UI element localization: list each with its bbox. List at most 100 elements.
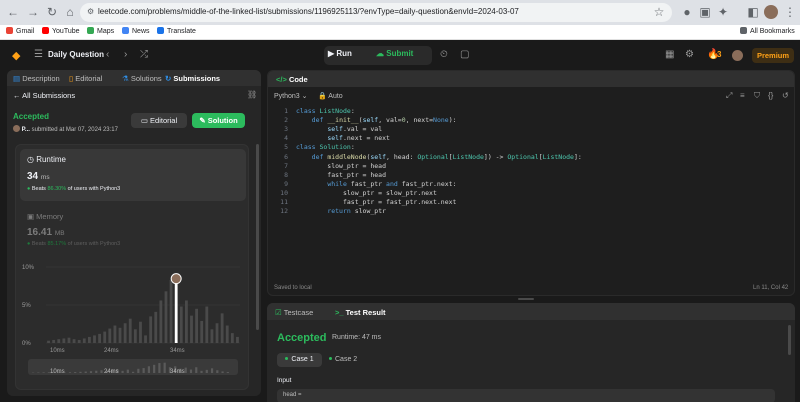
runtime-card[interactable]: ◷ Runtime 34 ms ● Beats 86.30% of users … bbox=[20, 149, 246, 201]
settings-icon[interactable]: ⚙ bbox=[685, 49, 694, 60]
tab-editorial[interactable]: ▯ Editorial bbox=[69, 74, 102, 83]
case-1-tab[interactable]: Case 1 bbox=[277, 353, 322, 367]
star-icon[interactable]: ☆ bbox=[652, 5, 666, 19]
chart-bar bbox=[67, 337, 71, 343]
extensions-icon[interactable]: ✦ bbox=[716, 5, 730, 19]
cursor-position: Ln 11, Col 42 bbox=[753, 285, 789, 291]
user-avatar[interactable] bbox=[732, 50, 743, 61]
code-editor[interactable]: 1 class ListNode: 2 def __init__(self, val… bbox=[268, 107, 794, 227]
code-line: slow_ptr = head bbox=[296, 161, 387, 170]
shuffle-icon[interactable]: ⤮ bbox=[140, 49, 148, 60]
runtime-distribution-chart[interactable]: 10% 5% 0% 10ms 24ms 34ms 10ms 24ms 34ms bbox=[20, 257, 246, 389]
all-submissions-link[interactable]: ← All Submissions bbox=[13, 91, 75, 100]
code-line: return slow_ptr bbox=[327, 207, 387, 216]
pass-dot bbox=[329, 357, 332, 360]
code-line: def middleNode(self, head: Optional[List… bbox=[311, 152, 582, 161]
overview-bar bbox=[195, 367, 198, 373]
profile-avatar[interactable] bbox=[764, 5, 778, 19]
memory-label[interactable]: ▣ Memory bbox=[27, 212, 63, 221]
bookmark-translate[interactable]: Translate bbox=[157, 27, 196, 35]
format-icon[interactable]: ≡ bbox=[740, 91, 745, 100]
tab-solutions[interactable]: ⚗ Solutions bbox=[122, 74, 162, 83]
chart-bar bbox=[225, 325, 229, 343]
bookmark-maps[interactable]: Maps bbox=[87, 27, 114, 35]
home-icon[interactable]: ⌂ bbox=[63, 5, 77, 19]
menu-icon[interactable]: ⋮ bbox=[783, 5, 797, 19]
chart-bar bbox=[236, 336, 239, 343]
editorial-button[interactable]: ▭ Editorial bbox=[131, 113, 187, 128]
panel-splitter[interactable] bbox=[518, 298, 534, 300]
bookmark-youtube[interactable]: YouTube bbox=[42, 27, 80, 35]
leetcode-logo-icon[interactable]: ◆ bbox=[12, 49, 20, 62]
memory-value: 16.41 MB bbox=[27, 227, 65, 238]
next-problem-icon[interactable]: › bbox=[124, 49, 127, 60]
left-scrollbar[interactable] bbox=[256, 144, 259, 330]
tab-test-result[interactable]: >_ Test Result bbox=[335, 308, 386, 317]
chart-bar bbox=[123, 323, 127, 343]
layout-icon[interactable]: ▦ bbox=[665, 49, 674, 60]
chart-bar bbox=[98, 333, 102, 343]
bookmark-gmail[interactable]: Gmail bbox=[6, 27, 34, 35]
overview-tick-label: 34ms bbox=[170, 369, 185, 375]
premium-button[interactable]: Premium bbox=[752, 48, 794, 63]
overview-bar bbox=[200, 370, 203, 373]
terminal-icon: >_ bbox=[335, 308, 344, 317]
timer-icon[interactable]: ⏲ bbox=[440, 49, 448, 60]
tab-testcase[interactable]: ☑ Testcase bbox=[275, 308, 313, 317]
line-number: 4 bbox=[284, 134, 288, 143]
language-select[interactable]: Python3 ⌄ bbox=[274, 92, 308, 100]
code-line: slow_ptr = slow_ptr.next bbox=[296, 188, 437, 197]
all-bookmarks[interactable]: All Bookmarks bbox=[740, 27, 795, 35]
chart-bar bbox=[205, 306, 209, 343]
result-panel: ☑ Testcase >_ Test Result Accepted Runti… bbox=[267, 303, 795, 402]
reset-icon[interactable]: ↺ bbox=[782, 91, 789, 100]
prev-problem-icon[interactable]: ‹ bbox=[106, 49, 109, 60]
run-submit-group: ▶ Run ☁ Submit bbox=[324, 46, 432, 65]
bookmark-news[interactable]: News bbox=[122, 27, 150, 35]
expand-icon[interactable]: ⤢ bbox=[726, 91, 732, 101]
line-number: 2 bbox=[284, 116, 288, 125]
translate-bm-icon bbox=[157, 27, 164, 34]
submit-button[interactable]: ☁ Submit bbox=[376, 49, 413, 58]
site-info-icon[interactable]: ⚙ bbox=[87, 7, 94, 16]
link-icon[interactable]: ⛓ bbox=[247, 90, 257, 99]
notes-icon[interactable]: ▢ bbox=[460, 49, 469, 60]
bookmarks-bar: Gmail YouTube Maps News Translate All Bo… bbox=[0, 25, 800, 40]
result-scrollbar[interactable] bbox=[788, 325, 791, 355]
code-panel: </> Code Python3 ⌄ 🔒 Auto ⤢ ≡ ⛉ {} ↺ 1 cl… bbox=[267, 70, 795, 296]
solution-button[interactable]: ✎ Solution bbox=[192, 113, 245, 128]
back-icon[interactable]: ← bbox=[6, 5, 20, 19]
overview-bar bbox=[147, 366, 150, 373]
description-icon: ▤ bbox=[13, 74, 21, 83]
forward-icon[interactable]: → bbox=[26, 5, 40, 19]
folder-icon bbox=[740, 27, 747, 34]
reload-icon[interactable]: ↻ bbox=[45, 5, 59, 19]
line-number: 3 bbox=[284, 125, 288, 134]
overview-bar bbox=[121, 370, 124, 373]
chart-bar bbox=[108, 328, 112, 343]
mic-icon[interactable]: ● bbox=[680, 5, 694, 19]
braces-icon[interactable]: {} bbox=[768, 91, 773, 100]
translate-icon[interactable]: ▣ bbox=[698, 5, 712, 19]
chart-bar bbox=[190, 315, 193, 343]
problem-list-icon[interactable]: ☰ bbox=[34, 49, 43, 60]
y-tick-label: 5% bbox=[22, 303, 31, 309]
auto-mode-toggle[interactable]: 🔒 Auto bbox=[318, 92, 343, 100]
address-bar[interactable]: ⚙ leetcode.com/problems/middle-of-the-li… bbox=[80, 3, 672, 22]
bookmark-icon[interactable]: ⛉ bbox=[754, 91, 760, 101]
tab-submissions[interactable]: ↻ Submissions bbox=[165, 74, 220, 83]
overview-bar bbox=[132, 371, 135, 373]
tab-description[interactable]: ▤ Description bbox=[13, 74, 60, 83]
chart-bar-highlight bbox=[174, 277, 178, 343]
input-value: head = bbox=[283, 392, 302, 398]
line-number: 7 bbox=[284, 161, 288, 170]
beats-icon: ● bbox=[27, 186, 31, 192]
run-button[interactable]: ▶ Run bbox=[328, 49, 352, 58]
overview-bar bbox=[100, 370, 103, 373]
overview-tick-label: 24ms bbox=[104, 369, 119, 375]
case-2-tab[interactable]: Case 2 bbox=[329, 353, 369, 367]
daily-question-title[interactable]: Daily Question bbox=[48, 50, 104, 59]
code-line: fast_ptr = fast_ptr.next.next bbox=[296, 198, 457, 206]
sidebar-icon[interactable]: ◧ bbox=[746, 5, 760, 19]
url-text: leetcode.com/problems/middle-of-the-link… bbox=[98, 7, 519, 16]
